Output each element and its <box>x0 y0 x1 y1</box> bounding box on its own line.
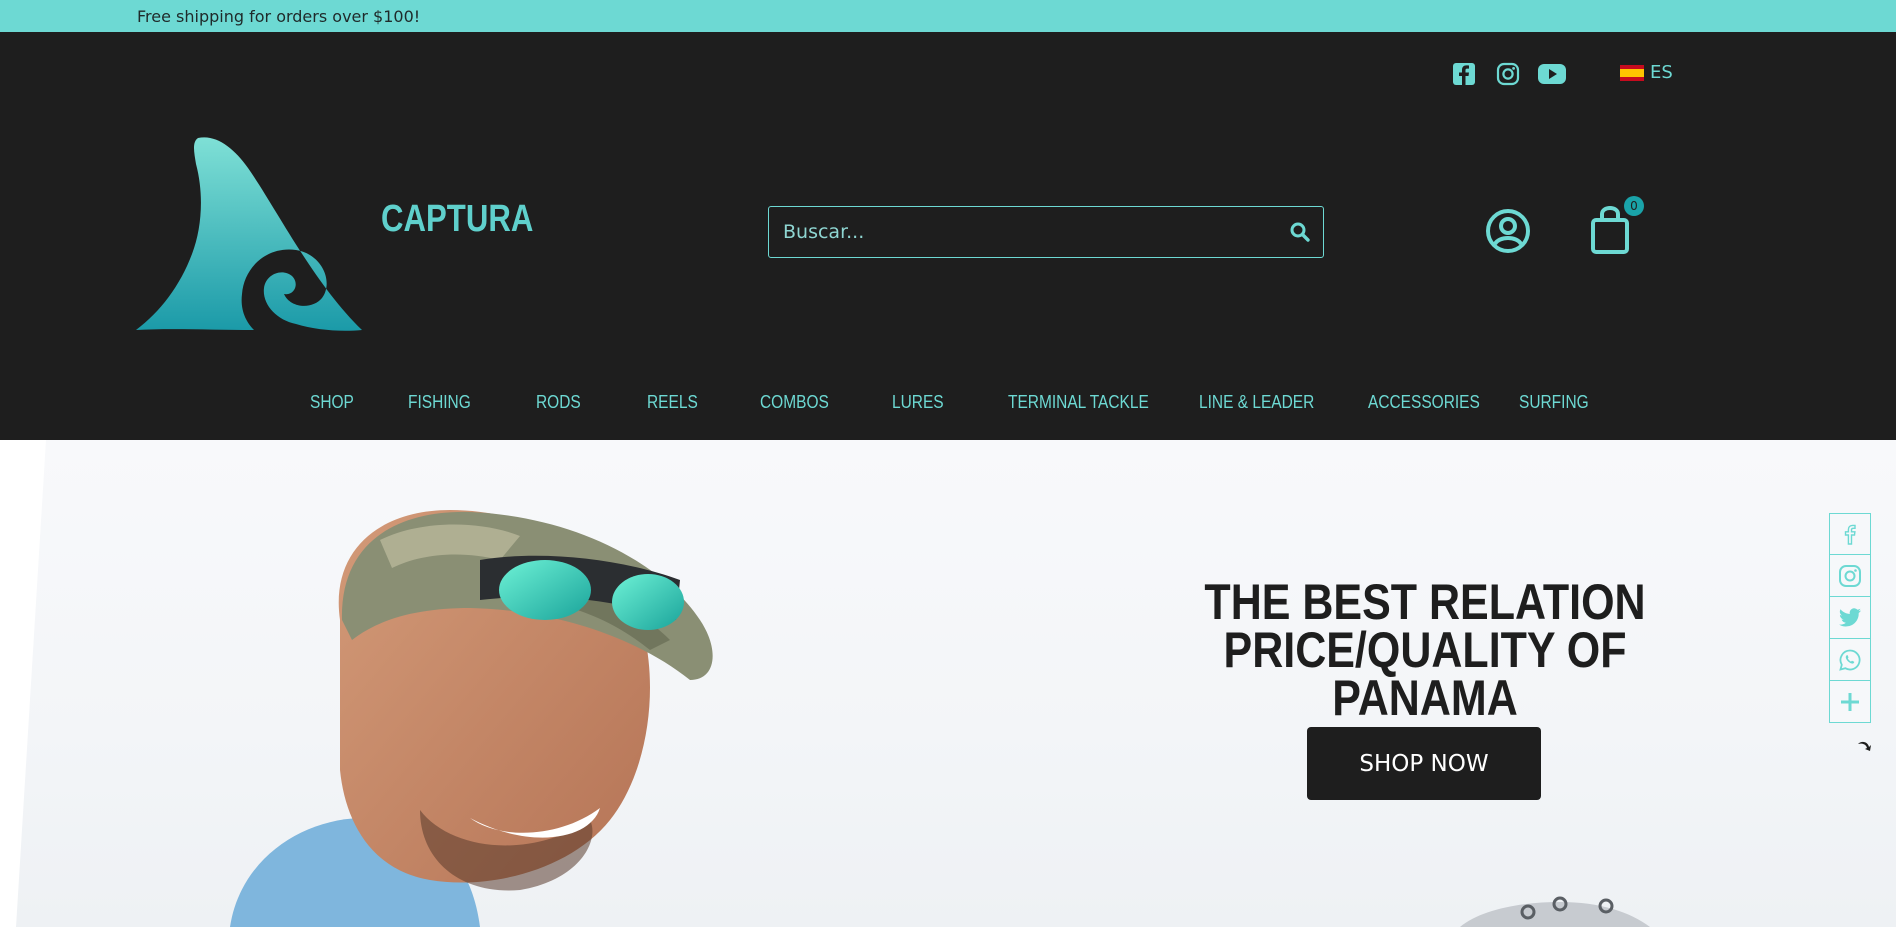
nav-item-line-leader[interactable]: LINE & LEADER <box>1199 392 1314 413</box>
captura-fin-logo[interactable] <box>136 134 366 334</box>
share-twitter-button[interactable] <box>1829 597 1871 639</box>
nav-item-rods[interactable]: RODS <box>536 392 581 413</box>
nav-item-terminal-tackle[interactable]: TERMINAL TACKLE <box>1008 392 1149 413</box>
nav-item-combos[interactable]: COMBOS <box>760 392 829 413</box>
nav-item-accessories[interactable]: ACCESSORIES <box>1368 392 1480 413</box>
floating-share-bar <box>1829 513 1871 723</box>
shop-now-button[interactable]: SHOP NOW <box>1307 727 1541 800</box>
search-input[interactable] <box>783 217 1263 247</box>
nav-item-shop[interactable]: SHOP <box>310 392 354 413</box>
share-whatsapp-button[interactable] <box>1829 639 1871 681</box>
hide-share-bar-icon[interactable] <box>1856 738 1872 754</box>
cart-count-badge: 0 <box>1624 196 1644 216</box>
main-navigation: SHOP FISHING RODS REELS COMBOS LURES TER… <box>0 392 1896 416</box>
spain-flag-icon <box>1620 64 1644 81</box>
cart-icon[interactable] <box>1590 204 1630 254</box>
search-bar <box>768 206 1324 258</box>
instagram-icon[interactable] <box>1494 60 1522 88</box>
share-more-button[interactable] <box>1829 681 1871 723</box>
header-social-links <box>1450 60 1566 88</box>
brand-name[interactable]: CAPTURA <box>381 198 533 241</box>
nav-item-fishing[interactable]: FISHING <box>408 392 471 413</box>
share-instagram-button[interactable] <box>1829 555 1871 597</box>
plus-icon <box>1841 692 1859 711</box>
language-switcher[interactable]: ES <box>1620 62 1673 83</box>
facebook-icon[interactable] <box>1450 60 1478 88</box>
nav-item-reels[interactable]: REELS <box>647 392 698 413</box>
account-icon[interactable] <box>1485 208 1531 254</box>
twitter-icon <box>1839 607 1861 627</box>
nav-item-surfing[interactable]: SURFING <box>1519 392 1589 413</box>
hero-headline-line-1: THE BEST RELATION <box>1204 574 1646 630</box>
hero-headline-line-2: PRICE/QUALITY OF PANAMA <box>1223 622 1627 726</box>
whatsapp-icon <box>1839 649 1861 671</box>
announcement-bar: Free shipping for orders over $100! <box>0 0 1896 32</box>
youtube-icon[interactable] <box>1538 60 1566 88</box>
search-icon <box>1290 222 1310 242</box>
hero-headline: THE BEST RELATION PRICE/QUALITY OF PANAM… <box>1146 574 1705 726</box>
search-button[interactable] <box>1287 219 1313 245</box>
facebook-icon <box>1844 524 1856 545</box>
share-facebook-button[interactable] <box>1829 513 1871 555</box>
instagram-icon <box>1839 564 1861 587</box>
hero-banner: THE BEST RELATION PRICE/QUALITY OF PANAM… <box>0 440 1896 927</box>
announcement-text: Free shipping for orders over $100! <box>137 7 421 26</box>
nav-item-lures[interactable]: LURES <box>892 392 944 413</box>
language-code: ES <box>1650 62 1673 83</box>
